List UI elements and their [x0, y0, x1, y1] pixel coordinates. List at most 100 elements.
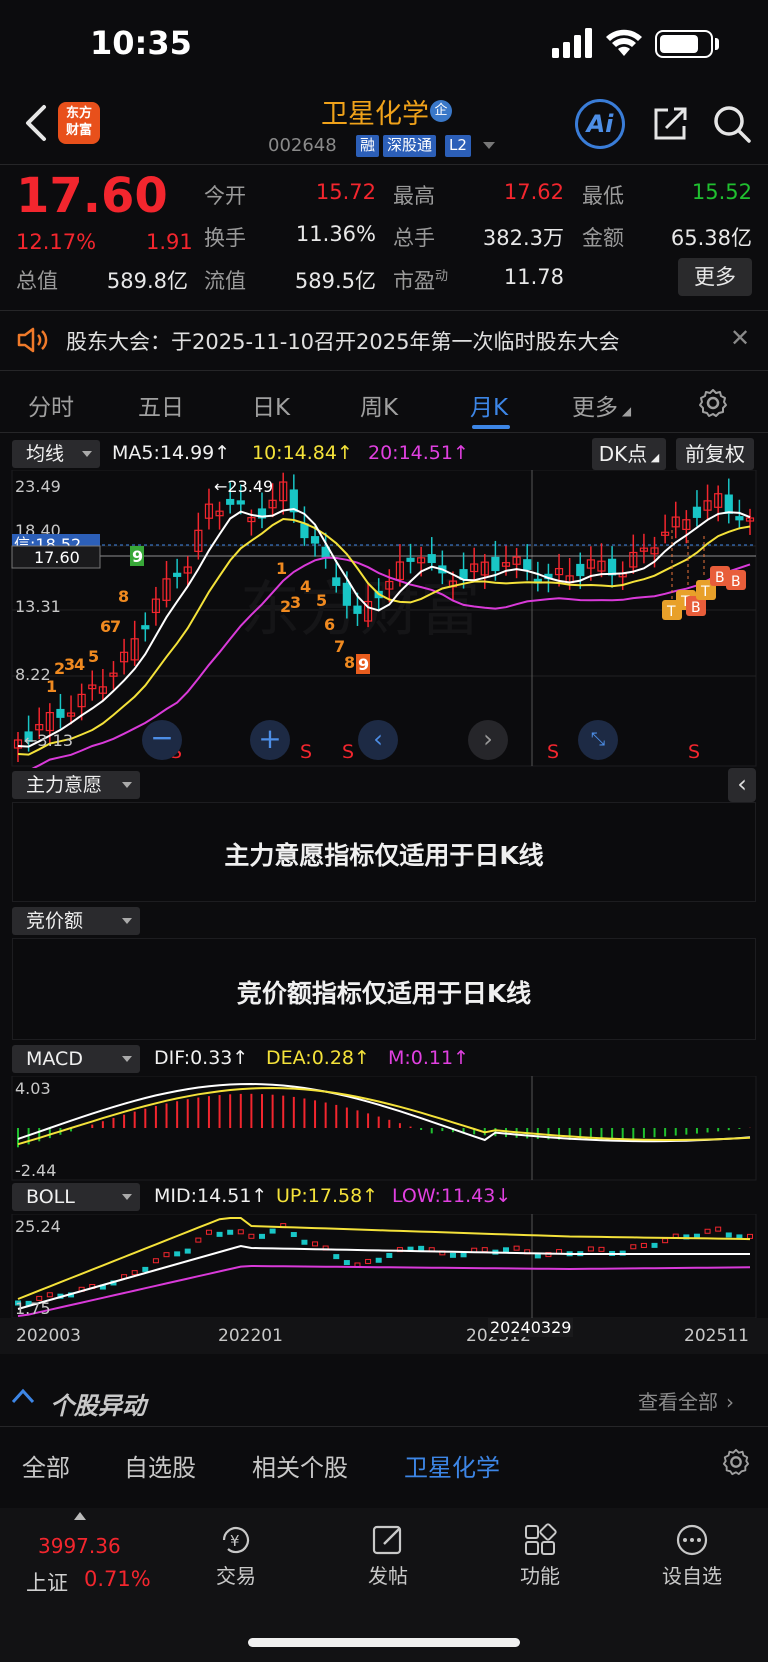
- view-all-link[interactable]: 查看全部 ›: [638, 1386, 734, 1415]
- subtab-watchlist[interactable]: 自选股: [124, 1448, 196, 1483]
- tab-intraday[interactable]: 分时: [28, 388, 74, 422]
- nav-trade[interactable]: 交易: [186, 1560, 286, 1589]
- min-price-label: ←3.13: [24, 731, 73, 750]
- divider: [0, 432, 768, 433]
- boll-mid: MID:14.51↑: [154, 1185, 268, 1207]
- nav-functions[interactable]: 功能: [490, 1560, 590, 1589]
- tag-shenzhen-connect: 深股通: [383, 135, 437, 157]
- last-price: 17.60: [16, 168, 168, 224]
- boll-candle: [227, 1229, 234, 1235]
- nav-post[interactable]: 发帖: [338, 1560, 438, 1589]
- subtab-related[interactable]: 相关个股: [252, 1448, 348, 1483]
- candle: [342, 582, 351, 606]
- zhuli-indicator-select[interactable]: 主力意愿: [12, 771, 140, 799]
- svg-text:4: 4: [74, 655, 85, 674]
- tab-weekly-k[interactable]: 周K: [360, 388, 398, 422]
- macd-dif: DIF:0.33↑: [154, 1047, 249, 1069]
- candle: [523, 559, 532, 570]
- boll-candle: [184, 1248, 191, 1254]
- crosshair-date: 20240329: [488, 1318, 574, 1337]
- candle: [332, 577, 341, 586]
- stock-name[interactable]: 卫星化学: [260, 92, 490, 131]
- notice-text[interactable]: 股东大会：于2025-11-10召开2025年第一次临时股东大会: [66, 326, 619, 356]
- scroll-left-button[interactable]: ‹: [358, 720, 398, 760]
- volume-label: 总手: [393, 226, 435, 250]
- boll-y-bottom: 1.75: [15, 1299, 51, 1318]
- boll-chart[interactable]: 25.24 1.75: [0, 1214, 768, 1322]
- post-icon[interactable]: [370, 1522, 406, 1558]
- gear-icon[interactable]: [698, 388, 728, 418]
- jingjia-message: 竞价额指标仅适用于日K线: [236, 979, 532, 1008]
- tab-daily-k[interactable]: 日K: [252, 388, 290, 422]
- tab-monthly-k[interactable]: 月K: [470, 388, 508, 422]
- pe-label: 市盈动: [393, 269, 449, 293]
- subtab-all[interactable]: 全部: [22, 1448, 70, 1483]
- tab-active-indicator: [472, 425, 510, 429]
- forward-adjust-button[interactable]: 前复权: [676, 438, 754, 470]
- boll-candle: [343, 1260, 350, 1266]
- divider: [0, 1426, 768, 1427]
- triangle-up-icon: [74, 1512, 86, 1520]
- share-icon[interactable]: [652, 104, 688, 142]
- functions-icon[interactable]: [522, 1522, 558, 1558]
- index-value[interactable]: 3997.36: [38, 1534, 121, 1558]
- divider: [0, 164, 768, 165]
- svg-text:S: S: [688, 741, 700, 763]
- index-pct[interactable]: 0.71%: [84, 1567, 151, 1591]
- svg-text:B: B: [731, 574, 741, 590]
- chevron-up-icon[interactable]: [10, 1386, 36, 1406]
- boll-candle: [269, 1228, 276, 1234]
- subtab-stock[interactable]: 卫星化学: [404, 1448, 500, 1483]
- tab-more[interactable]: 更多 ◢: [572, 388, 631, 422]
- chevron-down-icon[interactable]: [483, 142, 495, 149]
- candle: [236, 500, 245, 505]
- more-quote-button[interactable]: 更多: [678, 258, 752, 296]
- svg-text:S: S: [300, 741, 312, 763]
- zoom-in-button[interactable]: +: [250, 720, 290, 760]
- svg-text:9: 9: [358, 655, 369, 674]
- add-watchlist-icon[interactable]: [674, 1522, 710, 1558]
- boll-indicator-select[interactable]: BOLL: [12, 1183, 140, 1211]
- zhuli-message: 主力意愿指标仅适用于日K线: [224, 841, 544, 870]
- boll-candle: [386, 1252, 393, 1258]
- max-price-label: ←23.49: [214, 477, 273, 496]
- boll-candle: [375, 1257, 382, 1263]
- svg-text:S: S: [547, 741, 559, 763]
- ma10-value: 10:14.84↑: [252, 442, 353, 464]
- collapse-panel-button[interactable]: ‹: [728, 768, 756, 802]
- nav-add-watchlist[interactable]: 设自选: [642, 1560, 742, 1589]
- jingjia-indicator-select[interactable]: 竞价额: [12, 907, 140, 935]
- back-icon[interactable]: [22, 103, 52, 143]
- fullscreen-icon[interactable]: ⤡: [578, 720, 618, 760]
- candle: [141, 625, 150, 630]
- low-label: 最低: [582, 184, 624, 208]
- dk-point-button[interactable]: DK点 ◢: [592, 438, 666, 470]
- ma5-value: MA5:14.99↑: [112, 442, 231, 464]
- candle: [692, 506, 702, 518]
- boll-candle: [301, 1239, 308, 1245]
- candle: [353, 605, 362, 614]
- ma-indicator-select[interactable]: 均线: [12, 440, 100, 468]
- search-icon[interactable]: [712, 104, 752, 144]
- volume-value: 382.3万: [482, 226, 564, 250]
- ai-assistant-button[interactable]: Ai: [575, 99, 625, 149]
- gear-icon[interactable]: [722, 1448, 750, 1476]
- tab-five-day[interactable]: 五日: [138, 388, 184, 422]
- trade-icon[interactable]: ¥: [218, 1522, 254, 1558]
- svg-text:4: 4: [300, 577, 311, 596]
- wifi-icon: [606, 29, 642, 56]
- scroll-right-button[interactable]: ›: [468, 720, 508, 760]
- zoom-out-button[interactable]: −: [142, 720, 182, 760]
- divider: [0, 370, 768, 371]
- battery-icon: [655, 30, 713, 58]
- float-cap-label: 流值: [204, 269, 246, 293]
- close-icon[interactable]: ✕: [730, 324, 750, 352]
- macd-indicator-select[interactable]: MACD: [12, 1045, 140, 1073]
- cellular-signal-icon: [552, 28, 592, 58]
- candle: [406, 557, 415, 562]
- index-name[interactable]: 上证: [26, 1567, 68, 1597]
- macd-chart[interactable]: 4.03 -2.44: [0, 1076, 768, 1182]
- candle: [56, 708, 65, 718]
- current-price-tag: 17.60: [34, 548, 80, 567]
- svg-text:1: 1: [46, 677, 57, 696]
